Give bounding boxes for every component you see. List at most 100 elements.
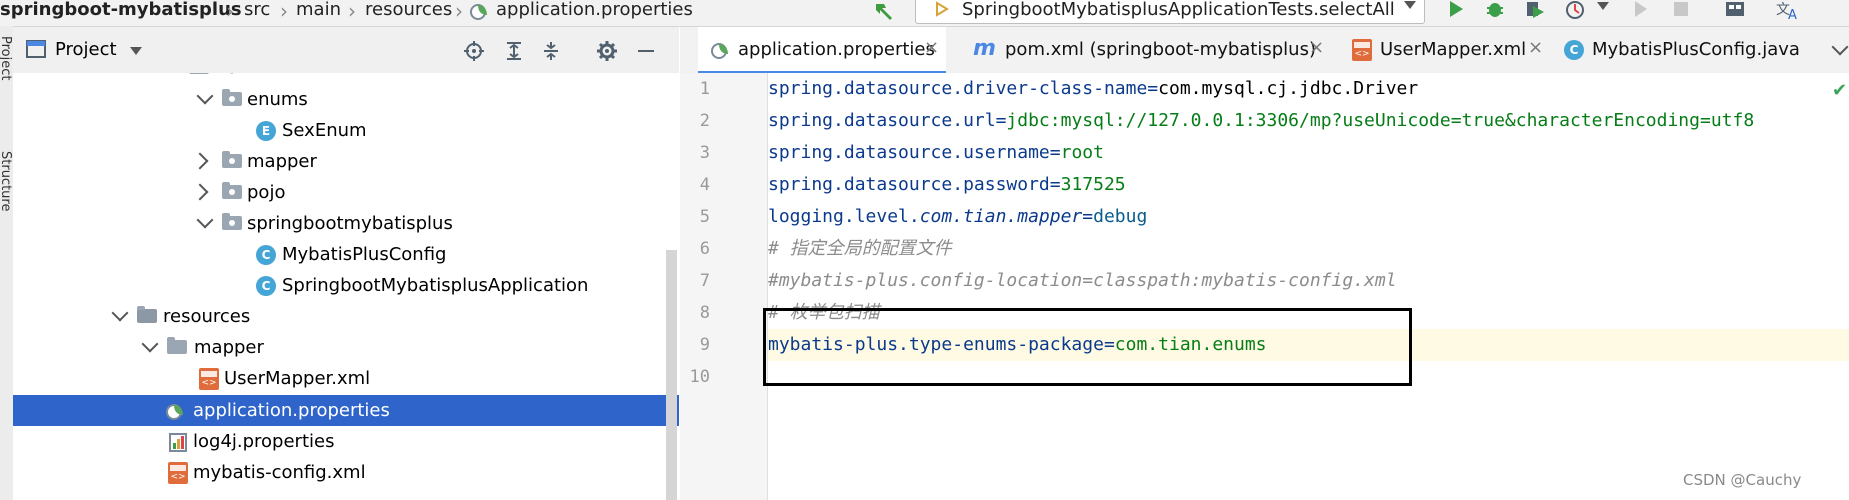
test-config-icon <box>936 1 949 17</box>
package-folder-icon <box>222 182 242 199</box>
class-icon: C <box>256 245 276 265</box>
breadcrumb-src[interactable]: src <box>244 0 270 24</box>
editor-tab-bar: application.properties × m pom.xml (spri… <box>680 27 1849 74</box>
tree-item-mybatisplusconfig[interactable]: C MybatisPlusConfig <box>13 239 679 270</box>
tree-item-label: application.properties <box>193 400 390 421</box>
checkmark-icon: ✔ <box>1832 80 1848 101</box>
properties-file-icon <box>169 433 187 452</box>
chevron-down-icon[interactable] <box>1831 38 1849 56</box>
breadcrumb-separator: › <box>348 0 356 23</box>
chevron-down-icon <box>1404 1 1416 9</box>
code-line: spring.datasource.password=317525 <box>768 174 1126 195</box>
annotation-highlight-box <box>763 308 1412 386</box>
tree-item-resources[interactable]: resources <box>13 301 679 332</box>
xml-file-icon: <> <box>1352 39 1372 61</box>
profile-icon[interactable] <box>1565 0 1589 20</box>
tab-application-properties[interactable]: application.properties × <box>698 27 946 74</box>
project-tree: tian enums E SexEnum mapper pojo springb… <box>13 73 679 500</box>
breadcrumb-resources[interactable]: resources <box>365 0 452 24</box>
line-number: 10 <box>689 367 710 387</box>
folder-icon <box>189 73 209 74</box>
tree-item-springbootmybatisplus[interactable]: springbootmybatisplus <box>13 208 679 239</box>
gear-icon[interactable] <box>597 41 617 61</box>
package-folder-icon <box>222 151 242 168</box>
breadcrumb-main[interactable]: main <box>296 0 341 24</box>
code-line: spring.datasource.url=jdbc:mysql://127.0… <box>768 110 1755 131</box>
line-number-gutter: 1 2 3 4 5 6 7 8 9 10 <box>680 73 768 500</box>
project-panel-icon <box>26 40 46 58</box>
tree-item-mybatis-config-xml[interactable]: <> mybatis-config.xml <box>13 457 679 488</box>
tree-item-usermapper-xml[interactable]: <> UserMapper.xml <box>13 363 679 394</box>
tree-item-enums[interactable]: enums <box>13 84 679 115</box>
maven-icon: m <box>973 36 996 61</box>
chevron-right-icon[interactable] <box>191 152 209 170</box>
tab-usermapper-xml[interactable]: <> UserMapper.xml × <box>1352 27 1562 73</box>
close-icon[interactable]: × <box>1528 37 1543 58</box>
line-number: 1 <box>699 79 710 99</box>
chevron-down-icon[interactable] <box>1597 2 1609 10</box>
stop-icon <box>1674 2 1688 16</box>
tool-window-stripe: Project Structure <box>0 26 14 500</box>
breadcrumb-separator: › <box>455 0 463 23</box>
spring-boot-class-icon: C <box>256 276 276 296</box>
tree-item-application-class[interactable]: C SpringbootMybatisplusApplication <box>13 270 679 301</box>
code-editor[interactable]: spring.datasource.driver-class-name=com.… <box>768 73 1849 500</box>
collapse-all-icon[interactable] <box>541 41 561 61</box>
xml-file-icon: <> <box>199 368 219 390</box>
line-number: 4 <box>699 175 710 195</box>
tree-item-pojo[interactable]: pojo <box>13 177 679 208</box>
close-icon[interactable]: × <box>1309 37 1324 58</box>
tree-item-label: UserMapper.xml <box>224 368 371 389</box>
code-line: spring.datasource.driver-class-name=com.… <box>768 78 1419 99</box>
project-tool-tab[interactable]: Project <box>0 36 13 80</box>
tree-item-label: springbootmybatisplus <box>247 213 453 234</box>
line-number: 6 <box>699 239 710 259</box>
debug-icon[interactable] <box>1484 0 1506 20</box>
tree-item-label: enums <box>247 89 308 110</box>
properties-file-icon <box>711 43 728 59</box>
translate-icon[interactable]: 文A <box>1776 0 1802 20</box>
locate-target-icon[interactable] <box>464 41 484 61</box>
project-panel-title[interactable]: Project <box>55 39 117 60</box>
tree-item[interactable]: tian <box>13 73 679 83</box>
tree-item-sexenum[interactable]: E SexEnum <box>13 115 679 146</box>
breadcrumb-project[interactable]: springboot-mybatisplus <box>0 0 242 24</box>
line-number: 3 <box>699 143 710 163</box>
chevron-right-icon[interactable] <box>191 183 209 201</box>
minimize-icon[interactable] <box>636 41 656 61</box>
tab-label: pom.xml (springboot-mybatisplus) <box>1005 39 1316 60</box>
run-icon[interactable] <box>1446 0 1466 20</box>
tree-item-application-properties[interactable]: application.properties <box>13 395 679 426</box>
chevron-down-icon[interactable] <box>111 304 129 322</box>
tree-item-log4j-properties[interactable]: log4j.properties <box>13 426 679 457</box>
chevron-down-icon[interactable] <box>130 47 142 55</box>
hammer-build-icon[interactable] <box>872 0 896 20</box>
properties-file-icon <box>166 404 183 420</box>
package-folder-icon <box>222 89 242 106</box>
tree-item-label: resources <box>163 306 251 327</box>
package-folder-icon <box>222 213 242 230</box>
close-icon[interactable]: × <box>924 37 939 58</box>
enum-icon: E <box>256 121 276 141</box>
chevron-down-icon[interactable] <box>196 211 214 229</box>
run-configuration-select[interactable]: SpringbootMybatisplusApplicationTests.se… <box>915 0 1425 24</box>
tab-label: UserMapper.xml <box>1380 39 1527 60</box>
tree-item-resources-mapper[interactable]: mapper <box>13 332 679 363</box>
chevron-down-icon[interactable] <box>196 87 214 105</box>
run-configuration-label: SpringbootMybatisplusApplicationTests.se… <box>962 0 1395 20</box>
line-number: 7 <box>699 271 710 291</box>
coverage-icon[interactable] <box>1524 0 1548 20</box>
expand-all-icon[interactable] <box>504 41 524 61</box>
navigation-bar: springboot-mybatisplus › src › main › re… <box>0 0 1849 27</box>
tab-pom-xml[interactable]: m pom.xml (springboot-mybatisplus) × <box>973 27 1333 73</box>
tree-item-label: mapper <box>194 337 264 358</box>
project-tree-scrollbar[interactable] <box>666 250 677 500</box>
project-panel-header: Project <box>13 27 679 74</box>
project-structure-icon[interactable] <box>1724 0 1746 20</box>
tab-mybatisplusconfig-java[interactable]: C MybatisPlusConfig.java <box>1564 27 1849 73</box>
breadcrumb-file[interactable]: application.properties <box>496 0 693 24</box>
chevron-down-icon[interactable] <box>141 335 159 353</box>
line-number: 9 <box>699 335 710 355</box>
tree-item-mapper[interactable]: mapper <box>13 146 679 177</box>
structure-tool-tab[interactable]: Structure <box>0 151 13 211</box>
